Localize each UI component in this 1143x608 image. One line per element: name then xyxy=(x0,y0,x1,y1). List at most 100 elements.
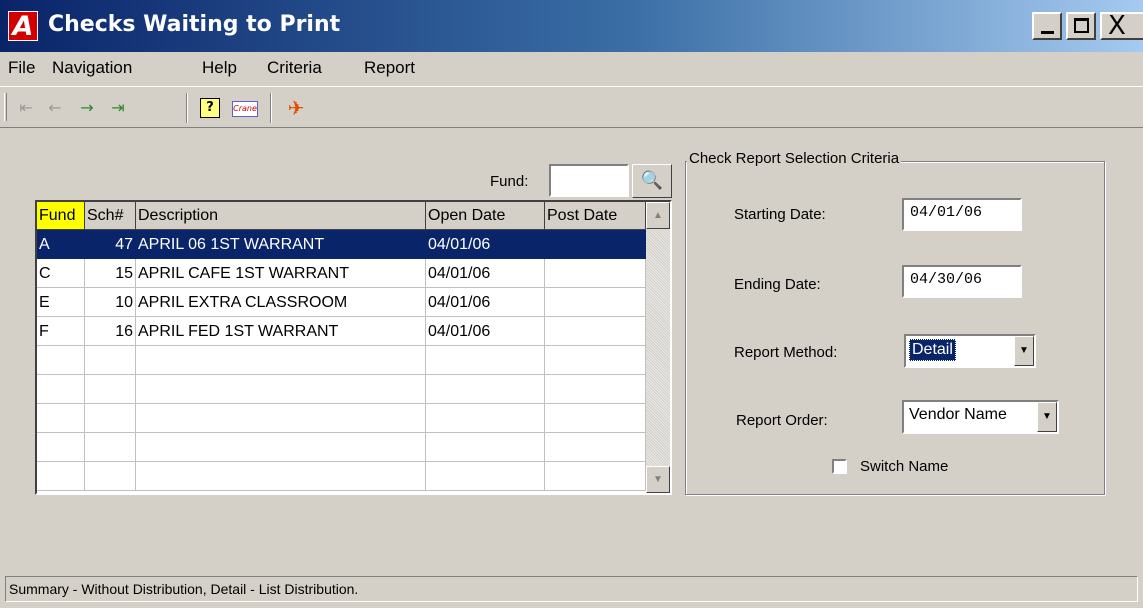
starting-date-label: Starting Date: xyxy=(734,206,826,223)
cell-description[interactable]: APRIL CAFE 1ST WARRANT xyxy=(136,259,426,288)
cell-open-date[interactable] xyxy=(426,375,545,404)
column-header-description[interactable]: Description xyxy=(136,202,426,230)
table-row[interactable]: F 16 APRIL FED 1ST WARRANT 04/01/06 xyxy=(37,317,647,346)
cell-open-date[interactable] xyxy=(426,404,545,433)
cell-open-date[interactable]: 04/01/06 xyxy=(426,230,545,259)
ending-date-field[interactable]: 04/30/06 xyxy=(902,265,1022,298)
cell-post-date[interactable] xyxy=(545,462,646,491)
main-window: A Checks Waiting to Print X File Navigat… xyxy=(0,0,1143,608)
grid-scrollbar[interactable]: ▲ ▼ xyxy=(646,202,670,493)
cell-description[interactable] xyxy=(136,404,426,433)
toolbar-grip[interactable] xyxy=(4,93,7,121)
menu-criteria[interactable]: Criteria xyxy=(267,58,322,78)
first-record-icon[interactable]: ⇤ xyxy=(15,97,37,119)
table-row[interactable]: C 15 APRIL CAFE 1ST WARRANT 04/01/06 xyxy=(37,259,647,288)
report-method-label: Report Method: xyxy=(734,344,838,361)
cell-description[interactable] xyxy=(136,346,426,375)
switch-name-checkbox[interactable] xyxy=(832,459,847,474)
menu-navigation[interactable]: Navigation xyxy=(52,58,132,78)
cell-post-date[interactable] xyxy=(545,317,646,346)
menu-help[interactable]: Help xyxy=(202,58,237,78)
cell-fund[interactable] xyxy=(37,433,85,462)
cell-post-date[interactable] xyxy=(545,346,646,375)
cell-sch[interactable] xyxy=(85,375,136,404)
cell-description[interactable]: APRIL 06 1ST WARRANT xyxy=(136,230,426,259)
cell-fund[interactable]: A xyxy=(37,230,85,259)
title-bar[interactable]: A Checks Waiting to Print X xyxy=(0,0,1143,52)
cell-fund[interactable]: C xyxy=(37,259,85,288)
menu-report[interactable]: Report xyxy=(364,58,415,78)
cell-fund[interactable]: E xyxy=(37,288,85,317)
table-row[interactable] xyxy=(37,404,647,433)
previous-record-icon[interactable]: ← xyxy=(44,97,66,119)
cell-post-date[interactable] xyxy=(545,230,646,259)
cell-description[interactable] xyxy=(136,462,426,491)
scroll-up-button[interactable]: ▲ xyxy=(646,202,670,229)
cell-sch[interactable]: 15 xyxy=(85,259,136,288)
cell-post-date[interactable] xyxy=(545,404,646,433)
cell-sch[interactable] xyxy=(85,462,136,491)
table-row[interactable] xyxy=(37,462,647,491)
next-record-icon[interactable]: → xyxy=(76,97,98,119)
table-row[interactable] xyxy=(37,433,647,462)
find-button[interactable]: 🔍 xyxy=(632,164,672,198)
cell-post-date[interactable] xyxy=(545,259,646,288)
cell-post-date[interactable] xyxy=(545,288,646,317)
cell-fund[interactable] xyxy=(37,404,85,433)
scroll-down-button[interactable]: ▼ xyxy=(646,466,670,493)
column-header-post-date[interactable]: Post Date xyxy=(545,202,646,230)
report-order-select[interactable]: Vendor Name ▼ xyxy=(902,400,1059,434)
cell-sch[interactable]: 16 xyxy=(85,317,136,346)
column-header-sch[interactable]: Sch# xyxy=(85,202,136,230)
cell-open-date[interactable] xyxy=(426,433,545,462)
cell-post-date[interactable] xyxy=(545,433,646,462)
exit-icon[interactable]: ✈ xyxy=(285,97,307,119)
app-icon[interactable]: A xyxy=(8,11,38,42)
minimize-button[interactable] xyxy=(1032,12,1062,40)
chevron-down-icon[interactable]: ▼ xyxy=(1014,336,1034,366)
report-order-label: Report Order: xyxy=(736,412,828,429)
table-row[interactable]: A 47 APRIL 06 1ST WARRANT 04/01/06 xyxy=(37,230,647,259)
table-row[interactable] xyxy=(37,375,647,404)
cell-sch[interactable] xyxy=(85,433,136,462)
switch-name-label[interactable]: Switch Name xyxy=(860,458,948,475)
cell-description[interactable]: APRIL EXTRA CLASSROOM xyxy=(136,288,426,317)
cell-fund[interactable] xyxy=(37,375,85,404)
cell-description[interactable]: APRIL FED 1ST WARRANT xyxy=(136,317,426,346)
cell-post-date[interactable] xyxy=(545,375,646,404)
starting-date-field[interactable]: 04/01/06 xyxy=(902,198,1022,231)
cell-sch[interactable] xyxy=(85,404,136,433)
logo-icon[interactable]: Crane xyxy=(232,101,258,117)
cell-sch[interactable]: 47 xyxy=(85,230,136,259)
ending-date-label: Ending Date: xyxy=(734,276,821,293)
toolbar-separator xyxy=(186,93,188,123)
fund-filter-input[interactable] xyxy=(549,164,629,197)
cell-fund[interactable] xyxy=(37,346,85,375)
cell-open-date[interactable]: 04/01/06 xyxy=(426,259,545,288)
window-title: Checks Waiting to Print xyxy=(48,12,341,37)
menu-bar: File Navigation Help Criteria Report xyxy=(0,52,1143,84)
cell-fund[interactable] xyxy=(37,462,85,491)
column-header-fund[interactable]: Fund xyxy=(37,202,85,230)
maximize-button[interactable] xyxy=(1066,12,1096,40)
table-row[interactable]: E 10 APRIL EXTRA CLASSROOM 04/01/06 xyxy=(37,288,647,317)
cell-open-date[interactable] xyxy=(426,462,545,491)
close-button[interactable]: X xyxy=(1100,11,1143,41)
table-row[interactable] xyxy=(37,346,647,375)
report-method-select[interactable]: Detail ▼ xyxy=(904,334,1036,368)
last-record-icon[interactable]: ⇥ xyxy=(107,97,129,119)
cell-description[interactable] xyxy=(136,375,426,404)
cell-open-date[interactable]: 04/01/06 xyxy=(426,317,545,346)
help-icon[interactable]: ? xyxy=(200,98,220,118)
minimize-icon xyxy=(1041,31,1054,34)
cell-description[interactable] xyxy=(136,433,426,462)
chevron-down-icon[interactable]: ▼ xyxy=(1037,402,1057,432)
cell-fund[interactable]: F xyxy=(37,317,85,346)
cell-sch[interactable]: 10 xyxy=(85,288,136,317)
column-header-open-date[interactable]: Open Date xyxy=(426,202,545,230)
menu-file[interactable]: File xyxy=(8,58,35,78)
checks-grid[interactable]: Fund Sch# Description Open Date Post Dat… xyxy=(35,200,672,495)
cell-open-date[interactable]: 04/01/06 xyxy=(426,288,545,317)
cell-sch[interactable] xyxy=(85,346,136,375)
cell-open-date[interactable] xyxy=(426,346,545,375)
